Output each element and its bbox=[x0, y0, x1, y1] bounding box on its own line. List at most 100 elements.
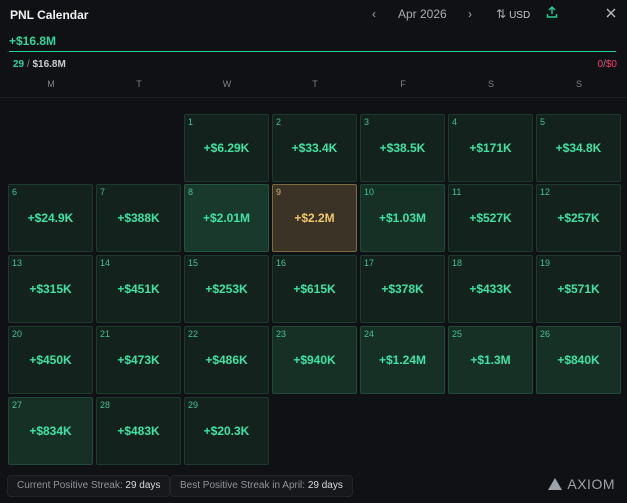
chevron-left-icon[interactable]: ‹ bbox=[372, 6, 376, 22]
negative-summary: 0/$0 bbox=[598, 59, 617, 70]
calendar-day-cell[interactable]: 28 +$483K bbox=[96, 397, 181, 465]
day-number: 19 bbox=[540, 258, 551, 268]
day-pnl-value: +$257K bbox=[557, 211, 600, 225]
day-pnl-value: +$834K bbox=[29, 424, 72, 438]
currency-label: USD bbox=[509, 10, 531, 21]
day-pnl-value: +$38.5K bbox=[379, 141, 426, 155]
calendar-day-cell[interactable]: 14 +$451K bbox=[96, 255, 181, 323]
close-icon[interactable] bbox=[606, 6, 616, 22]
positive-days-count: 29 bbox=[13, 59, 25, 70]
day-number: 29 bbox=[188, 400, 199, 410]
header-bar: PNL Calendar ‹ Apr 2026 › ⇅ USD bbox=[0, 0, 627, 30]
day-pnl-value: +$571K bbox=[557, 282, 600, 296]
day-pnl-value: +$1.24M bbox=[378, 353, 427, 367]
page-title: PNL Calendar bbox=[10, 8, 89, 22]
calendar-day-cell[interactable]: 10 +$1.03M bbox=[360, 184, 445, 252]
weekday-label: M bbox=[47, 79, 55, 89]
axiom-logo: AXIOM bbox=[548, 476, 615, 492]
day-pnl-value: +$1.3M bbox=[470, 353, 511, 367]
brand-name: AXIOM bbox=[567, 476, 615, 492]
day-number: 28 bbox=[100, 400, 111, 410]
day-pnl-value: +$33.4K bbox=[291, 141, 338, 155]
day-pnl-value: +$2.01M bbox=[202, 211, 251, 225]
day-number: 9 bbox=[276, 187, 282, 197]
calendar-day-cell[interactable]: 2 +$33.4K bbox=[272, 114, 357, 182]
current-streak-value: 29 days bbox=[125, 480, 161, 491]
weekday-label: S bbox=[575, 79, 582, 89]
day-number: 24 bbox=[364, 329, 375, 339]
swap-vertical-icon: ⇅ bbox=[496, 7, 507, 21]
day-number: 26 bbox=[540, 329, 551, 339]
calendar-day-cell[interactable]: 18 +$433K bbox=[448, 255, 533, 323]
axiom-logo-icon bbox=[548, 478, 563, 490]
day-number: 23 bbox=[276, 329, 287, 339]
negative-total: $0 bbox=[605, 59, 617, 70]
day-number: 21 bbox=[100, 329, 111, 339]
day-number: 7 bbox=[100, 187, 106, 197]
day-number: 1 bbox=[188, 117, 194, 127]
day-number: 3 bbox=[364, 117, 370, 127]
day-number: 11 bbox=[452, 187, 462, 197]
day-pnl-value: +$2.2M bbox=[294, 211, 335, 225]
positive-total: $16.8M bbox=[32, 59, 66, 70]
weekday-label: F bbox=[400, 79, 406, 89]
month-label: Apr 2026 bbox=[398, 7, 447, 21]
chevron-right-icon[interactable]: › bbox=[468, 6, 472, 22]
calendar-day-cell[interactable]: 1 +$6.29K bbox=[184, 114, 269, 182]
calendar-day-cell[interactable]: 12 +$257K bbox=[536, 184, 621, 252]
best-streak-badge: Best Positive Streak in April: 29 days bbox=[170, 475, 353, 497]
calendar-day-cell[interactable]: 23 +$940K bbox=[272, 326, 357, 394]
divider bbox=[0, 97, 627, 98]
currency-toggle[interactable]: ⇅ USD bbox=[496, 7, 530, 21]
calendar-day-cell[interactable]: 16 +$615K bbox=[272, 255, 357, 323]
calendar-day-cell[interactable]: 11 +$527K bbox=[448, 184, 533, 252]
day-number: 22 bbox=[188, 329, 199, 339]
calendar-day-cell[interactable]: 26 +$840K bbox=[536, 326, 621, 394]
day-number: 4 bbox=[452, 117, 458, 127]
weekday-label: T bbox=[136, 79, 142, 89]
day-pnl-value: +$451K bbox=[117, 282, 160, 296]
calendar-day-cell[interactable]: 29 +$20.3K bbox=[184, 397, 269, 465]
calendar-day-cell[interactable]: 7 +$388K bbox=[96, 184, 181, 252]
day-pnl-value: +$388K bbox=[117, 211, 160, 225]
day-pnl-value: +$171K bbox=[469, 141, 512, 155]
day-number: 17 bbox=[364, 258, 375, 268]
day-number: 25 bbox=[452, 329, 463, 339]
calendar-day-cell[interactable]: 9 +$2.2M bbox=[272, 184, 357, 252]
day-number: 13 bbox=[12, 258, 23, 268]
day-pnl-value: +$433K bbox=[469, 282, 512, 296]
calendar-day-cell[interactable]: 17 +$378K bbox=[360, 255, 445, 323]
day-pnl-value: +$315K bbox=[29, 282, 72, 296]
day-pnl-value: +$527K bbox=[469, 211, 512, 225]
calendar-day-cell[interactable]: 15 +$253K bbox=[184, 255, 269, 323]
calendar-day-cell[interactable]: 19 +$571K bbox=[536, 255, 621, 323]
calendar-day-cell[interactable]: 13 +$315K bbox=[8, 255, 93, 323]
calendar-day-cell[interactable]: 6 +$24.9K bbox=[8, 184, 93, 252]
calendar-day-cell[interactable]: 24 +$1.24M bbox=[360, 326, 445, 394]
day-number: 14 bbox=[100, 258, 111, 268]
calendar-day-cell[interactable]: 5 +$34.8K bbox=[536, 114, 621, 182]
calendar-day-cell[interactable]: 22 +$486K bbox=[184, 326, 269, 394]
calendar-day-cell[interactable]: 27 +$834K bbox=[8, 397, 93, 465]
day-number: 10 bbox=[364, 187, 375, 197]
day-number: 8 bbox=[188, 187, 194, 197]
calendar-day-cell[interactable]: 3 +$38.5K bbox=[360, 114, 445, 182]
pnl-ratio-bar bbox=[9, 51, 616, 52]
calendar-day-cell[interactable]: 25 +$1.3M bbox=[448, 326, 533, 394]
positive-summary: 29 / $16.8M bbox=[13, 59, 66, 70]
calendar-day-cell[interactable]: 8 +$2.01M bbox=[184, 184, 269, 252]
day-number: 15 bbox=[188, 258, 199, 268]
share-upload-icon[interactable] bbox=[546, 6, 558, 22]
day-pnl-value: +$20.3K bbox=[203, 424, 250, 438]
day-pnl-value: +$840K bbox=[557, 353, 600, 367]
day-number: 2 bbox=[276, 117, 282, 127]
calendar-day-cell[interactable]: 20 +$450K bbox=[8, 326, 93, 394]
weekday-label: T bbox=[312, 79, 318, 89]
day-pnl-value: +$378K bbox=[381, 282, 424, 296]
best-streak-label: Best Positive Streak in April: bbox=[180, 480, 306, 491]
day-pnl-value: +$1.03M bbox=[378, 211, 427, 225]
calendar-day-cell[interactable]: 4 +$171K bbox=[448, 114, 533, 182]
day-pnl-value: +$483K bbox=[117, 424, 160, 438]
day-pnl-value: +$450K bbox=[29, 353, 72, 367]
calendar-day-cell[interactable]: 21 +$473K bbox=[96, 326, 181, 394]
